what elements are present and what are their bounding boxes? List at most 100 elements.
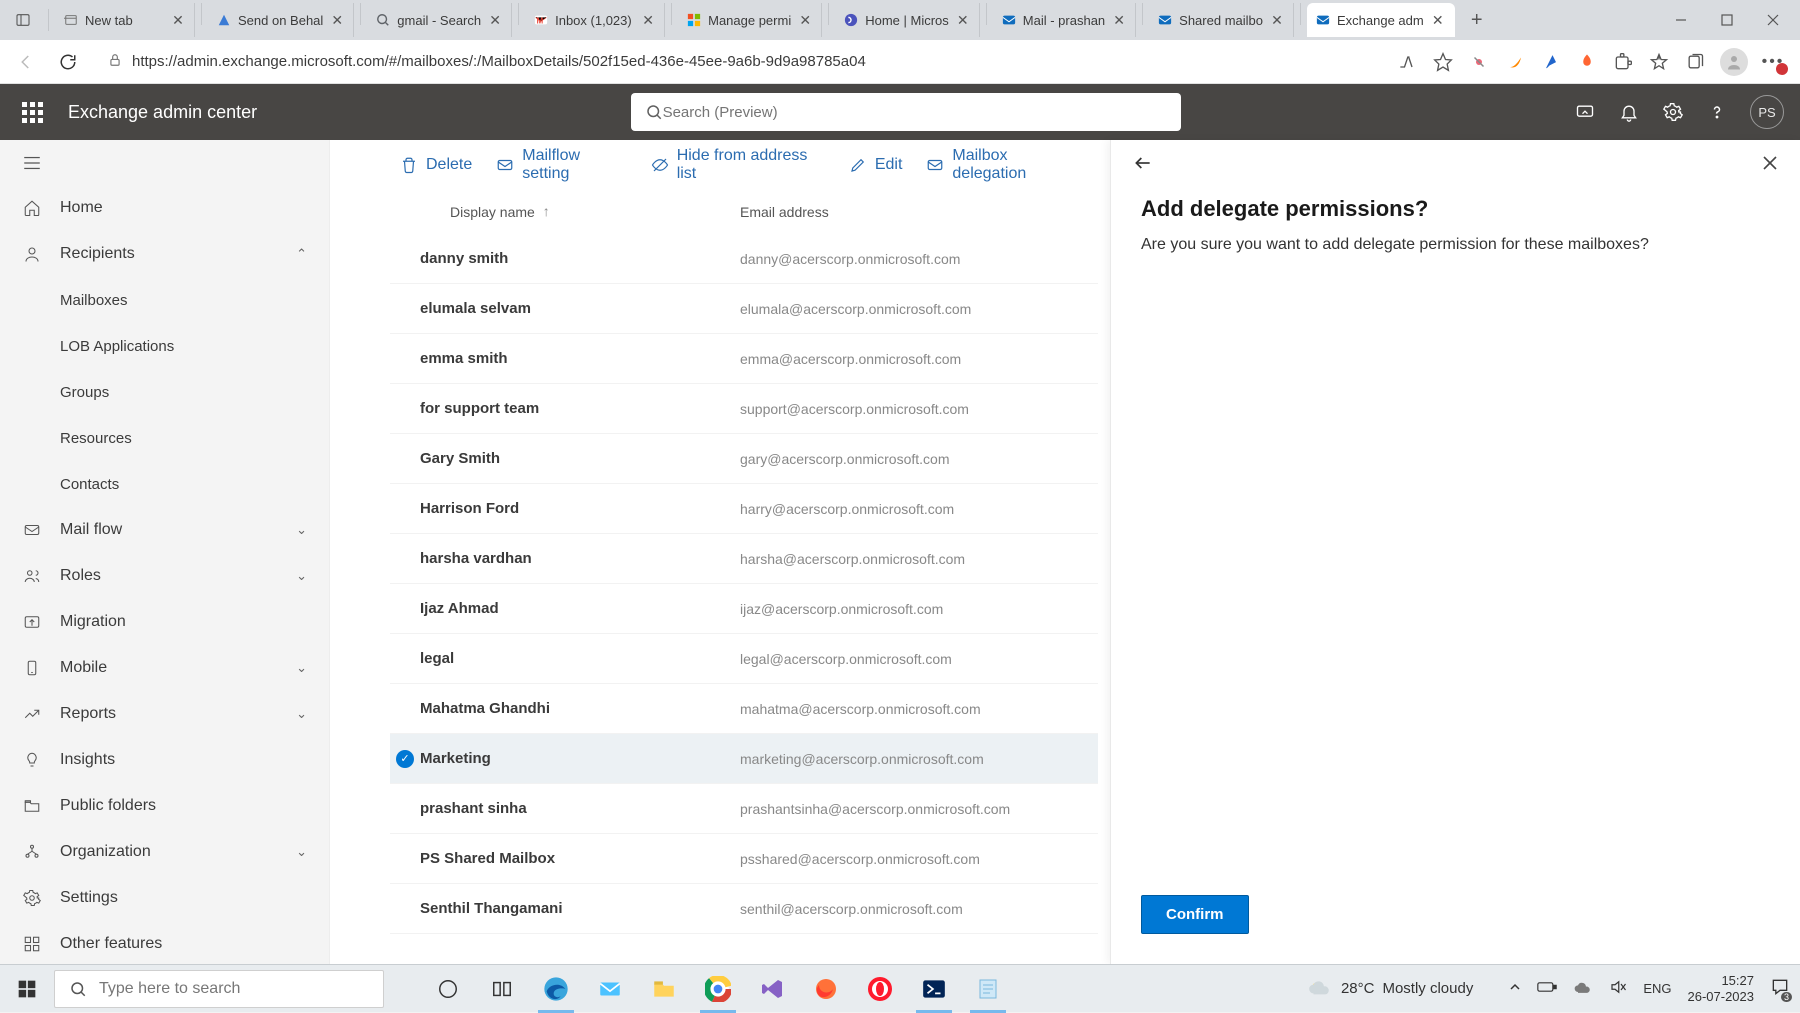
nav-home[interactable]: Home xyxy=(0,185,329,231)
nav-groups[interactable]: Groups xyxy=(0,369,329,415)
read-aloud-icon[interactable] xyxy=(1396,51,1418,73)
browser-tab[interactable]: Manage permi ✕ xyxy=(678,3,822,37)
browser-tab[interactable]: Mail - prashan ✕ xyxy=(993,3,1136,37)
browser-tab[interactable]: New tab ✕ xyxy=(55,3,195,37)
collections-icon[interactable] xyxy=(1684,51,1706,73)
nav-resources[interactable]: Resources xyxy=(0,415,329,461)
collapse-nav-button[interactable] xyxy=(0,146,329,185)
nav-contacts[interactable]: Contacts xyxy=(0,461,329,507)
tray-volume-icon[interactable] xyxy=(1609,978,1627,999)
extensions-icon[interactable] xyxy=(1612,51,1634,73)
ext-icon-4[interactable] xyxy=(1576,51,1598,73)
nav-other-features[interactable]: Other features xyxy=(0,921,329,967)
nav-mobile[interactable]: Mobile ⌄ xyxy=(0,645,329,691)
more-button[interactable]: ••• xyxy=(1762,51,1784,73)
panel-back-button[interactable] xyxy=(1133,153,1153,178)
nav-reports[interactable]: Reports ⌄ xyxy=(0,691,329,737)
nav-mailboxes[interactable]: Mailboxes xyxy=(0,277,329,323)
tab-close-icon[interactable]: ✕ xyxy=(1430,12,1446,28)
nav-insights[interactable]: Insights xyxy=(0,737,329,783)
nav-public-folders[interactable]: Public folders xyxy=(0,783,329,829)
minimize-button[interactable] xyxy=(1658,3,1704,37)
browser-tab[interactable]: gmail - Search ✕ xyxy=(367,3,512,37)
mailbox-row[interactable]: harsha vardhan harsha@acerscorp.onmicros… xyxy=(390,534,1098,584)
delete-button[interactable]: Delete xyxy=(400,156,472,174)
new-tab-button[interactable]: + xyxy=(1461,4,1493,36)
row-checkbox[interactable]: ✓ xyxy=(390,750,420,768)
browser-tab[interactable]: M Inbox (1,023) ✕ xyxy=(525,3,665,37)
app-launcher-icon[interactable] xyxy=(16,96,48,128)
weather-widget[interactable]: 28°C Mostly cloudy xyxy=(1307,976,1473,1002)
nav-recipients[interactable]: Recipients ⌃ xyxy=(0,231,329,277)
mailbox-row[interactable]: legal legal@acerscorp.onmicrosoft.com xyxy=(390,634,1098,684)
mailbox-row[interactable]: for support team support@acerscorp.onmic… xyxy=(390,384,1098,434)
taskbar-search[interactable]: Type here to search xyxy=(54,970,384,1008)
tab-actions-button[interactable] xyxy=(8,5,38,35)
tray-onedrive-icon[interactable] xyxy=(1573,980,1593,997)
browser-tab[interactable]: Home | Micros ✕ xyxy=(835,3,980,37)
task-vs[interactable] xyxy=(748,965,796,1013)
cast-icon[interactable] xyxy=(1574,101,1596,123)
tab-close-icon[interactable]: ✕ xyxy=(797,12,813,28)
mailbox-row[interactable]: Harrison Ford harry@acerscorp.onmicrosof… xyxy=(390,484,1098,534)
nav-mail-flow[interactable]: Mail flow ⌄ xyxy=(0,507,329,553)
task-chrome[interactable] xyxy=(694,965,742,1013)
edit-button[interactable]: Edit xyxy=(849,156,903,174)
confirm-button[interactable]: Confirm xyxy=(1141,895,1249,934)
ext-icon-2[interactable] xyxy=(1504,51,1526,73)
ext-icon-1[interactable] xyxy=(1468,51,1490,73)
nav-lob-applications[interactable]: LOB Applications xyxy=(0,323,329,369)
tab-close-icon[interactable]: ✕ xyxy=(640,12,656,28)
refresh-button[interactable] xyxy=(52,46,84,78)
tray-notifications-icon[interactable]: 3 xyxy=(1770,977,1790,1000)
favorites-button[interactable] xyxy=(1648,51,1670,73)
mailbox-row[interactable]: Gary Smith gary@acerscorp.onmicrosoft.co… xyxy=(390,434,1098,484)
tab-close-icon[interactable]: ✕ xyxy=(1111,12,1127,28)
delegation-button[interactable]: Mailbox delegation xyxy=(926,147,1080,183)
nav-migration[interactable]: Migration xyxy=(0,599,329,645)
mailbox-row[interactable]: Senthil Thangamani senthil@acerscorp.onm… xyxy=(390,884,1098,934)
col-email[interactable]: Email address xyxy=(740,204,1098,220)
browser-tab[interactable]: Shared mailbo ✕ xyxy=(1149,3,1294,37)
tray-battery-icon[interactable] xyxy=(1537,981,1557,996)
tab-close-icon[interactable]: ✕ xyxy=(170,12,186,28)
start-button[interactable] xyxy=(0,965,54,1013)
tray-chevron-icon[interactable] xyxy=(1509,981,1521,996)
task-notepad[interactable] xyxy=(964,965,1012,1013)
favorite-icon[interactable] xyxy=(1432,51,1454,73)
panel-close-button[interactable] xyxy=(1762,155,1778,176)
tray-clock[interactable]: 15:27 26-07-2023 xyxy=(1688,973,1755,1005)
url-field[interactable]: https://admin.exchange.microsoft.com/#/m… xyxy=(94,45,1386,79)
mailflow-button[interactable]: Mailflow setting xyxy=(496,147,626,183)
hide-button[interactable]: Hide from address list xyxy=(651,147,825,183)
nav-settings[interactable]: Settings xyxy=(0,875,329,921)
maximize-button[interactable] xyxy=(1704,3,1750,37)
task-taskview[interactable] xyxy=(478,965,526,1013)
task-firefox[interactable] xyxy=(802,965,850,1013)
search-input[interactable] xyxy=(663,104,1167,121)
mailbox-row[interactable]: prashant sinha prashantsinha@acerscorp.o… xyxy=(390,784,1098,834)
global-search[interactable] xyxy=(631,93,1181,131)
ext-icon-3[interactable] xyxy=(1540,51,1562,73)
task-cortana[interactable] xyxy=(424,965,472,1013)
mailbox-row[interactable]: PS Shared Mailbox psshared@acerscorp.onm… xyxy=(390,834,1098,884)
back-button[interactable] xyxy=(10,46,42,78)
help-icon[interactable] xyxy=(1706,101,1728,123)
tab-close-icon[interactable]: ✕ xyxy=(329,12,345,28)
nav-roles[interactable]: Roles ⌄ xyxy=(0,553,329,599)
tab-close-icon[interactable]: ✕ xyxy=(487,12,503,28)
browser-tab[interactable]: Exchange adm ✕ xyxy=(1307,3,1455,37)
mailbox-row[interactable]: danny smith danny@acerscorp.onmicrosoft.… xyxy=(390,234,1098,284)
mailbox-row[interactable]: Ijaz Ahmad ijaz@acerscorp.onmicrosoft.co… xyxy=(390,584,1098,634)
task-mail[interactable] xyxy=(586,965,634,1013)
col-display-name[interactable]: Display name ↑ xyxy=(420,204,740,220)
nav-organization[interactable]: Organization ⌄ xyxy=(0,829,329,875)
close-window-button[interactable] xyxy=(1750,3,1796,37)
tab-close-icon[interactable]: ✕ xyxy=(955,12,971,28)
account-button[interactable]: PS xyxy=(1750,95,1784,129)
tray-lang[interactable]: ENG xyxy=(1643,981,1671,996)
mailbox-row[interactable]: Mahatma Ghandhi mahatma@acerscorp.onmicr… xyxy=(390,684,1098,734)
notifications-icon[interactable] xyxy=(1618,101,1640,123)
mailbox-row[interactable]: elumala selvam elumala@acerscorp.onmicro… xyxy=(390,284,1098,334)
profile-avatar[interactable] xyxy=(1720,48,1748,76)
